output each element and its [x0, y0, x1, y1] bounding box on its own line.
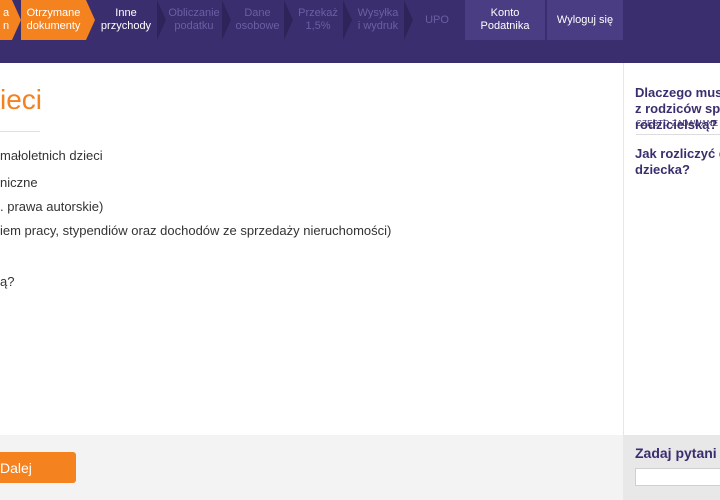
faq-divider — [636, 134, 720, 135]
step-divider — [222, 0, 231, 40]
step-label: Inne przychody — [100, 7, 152, 32]
step-przekaz[interactable]: Przekaż 1,5% — [293, 0, 343, 40]
step-label: UPO — [425, 13, 449, 26]
logout-button[interactable]: Wyloguj się — [547, 0, 623, 40]
logout-label: Wyloguj się — [556, 13, 614, 26]
content-line: ą? — [0, 274, 15, 289]
ask-question-input[interactable] — [635, 468, 720, 486]
step-dane-osobowe[interactable]: Dane osobowe — [231, 0, 284, 40]
step-wysylka-i-wydruk[interactable]: Wysyłka i wydruk — [352, 0, 404, 40]
step-divider — [404, 0, 413, 40]
step-otrzymane-dokumenty[interactable]: Otrzymane dokumenty — [21, 0, 86, 40]
faq-question-link[interactable]: Dlaczego mus z rodziców spr rodzicielską… — [635, 85, 720, 133]
step-inne-przychody[interactable]: Inne przychody — [95, 0, 157, 40]
step-label: Dane osobowe — [235, 7, 280, 32]
next-label: Dalej — [0, 459, 32, 476]
content-line: . prawa autorskie) — [0, 199, 104, 214]
content-line: iem pracy, stypendiów oraz dochodów ze s… — [0, 223, 392, 238]
step-divider — [86, 0, 95, 40]
step-previous[interactable]: a n — [0, 0, 12, 40]
step-label: Otrzymane dokumenty — [26, 7, 81, 32]
content-line: małoletnich dzieci — [0, 148, 103, 163]
step-divider — [157, 0, 166, 40]
next-button[interactable]: Dalej — [0, 452, 76, 483]
step-obliczanie-podatku[interactable]: Obliczanie podatku — [166, 0, 222, 40]
step-label: Wysyłka i wydruk — [357, 7, 399, 32]
account-button[interactable]: Konto Podatnika — [465, 0, 545, 40]
title-divider — [0, 131, 40, 132]
top-navigation: a n Otrzymane dokumenty Inne przychody O… — [0, 0, 720, 40]
page-title: ieci — [0, 84, 43, 115]
step-divider — [12, 0, 21, 40]
content-line: niczne — [0, 175, 38, 190]
account-label: Konto Podatnika — [480, 7, 530, 32]
step-divider — [284, 0, 293, 40]
step-label: a n — [2, 7, 10, 32]
step-divider — [343, 0, 352, 40]
ask-question-label: Zadaj pytani — [635, 445, 717, 461]
step-label: Obliczanie podatku — [168, 7, 220, 32]
main-content — [0, 63, 623, 435]
ask-question-panel: Zadaj pytani — [623, 435, 720, 500]
step-upo[interactable]: UPO — [413, 0, 461, 40]
step-label: Przekaż 1,5% — [298, 7, 338, 32]
header-bar — [0, 40, 720, 63]
form-footer — [0, 435, 623, 500]
faq-question-link[interactable]: Jak rozliczyć d dziecka? — [635, 146, 720, 178]
